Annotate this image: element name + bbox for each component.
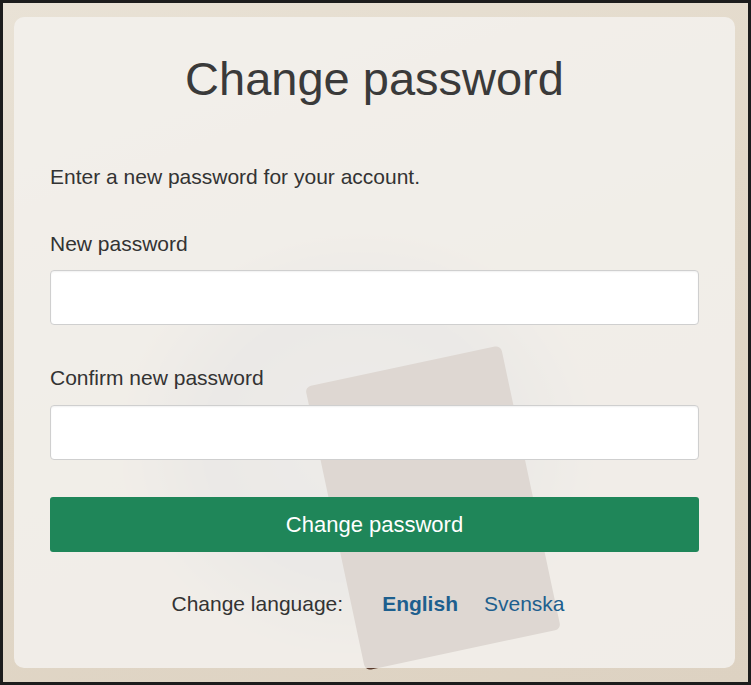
field-label: Confirm new password: [50, 363, 699, 392]
password-input[interactable]: [50, 270, 699, 325]
language-option[interactable]: Svenska: [484, 588, 565, 620]
page-title: Change password: [50, 51, 699, 107]
password-input[interactable]: [50, 405, 699, 460]
language-option[interactable]: English: [382, 588, 458, 620]
field-label: New password: [50, 229, 699, 258]
password-form: New password Confirm new password Change p…: [50, 229, 699, 552]
field-group: Confirm new password: [50, 363, 699, 459]
password-card: Change password Enter a new password for …: [14, 17, 735, 668]
field-group: New password: [50, 229, 699, 325]
background-photo: Change password Enter a new password for …: [3, 3, 748, 682]
change-password-button[interactable]: Change password: [50, 497, 699, 552]
language-label: Change language:: [171, 588, 343, 620]
intro-text: Enter a new password for your account.: [50, 161, 699, 193]
language-switcher: Change language: English Svenska: [50, 588, 699, 620]
